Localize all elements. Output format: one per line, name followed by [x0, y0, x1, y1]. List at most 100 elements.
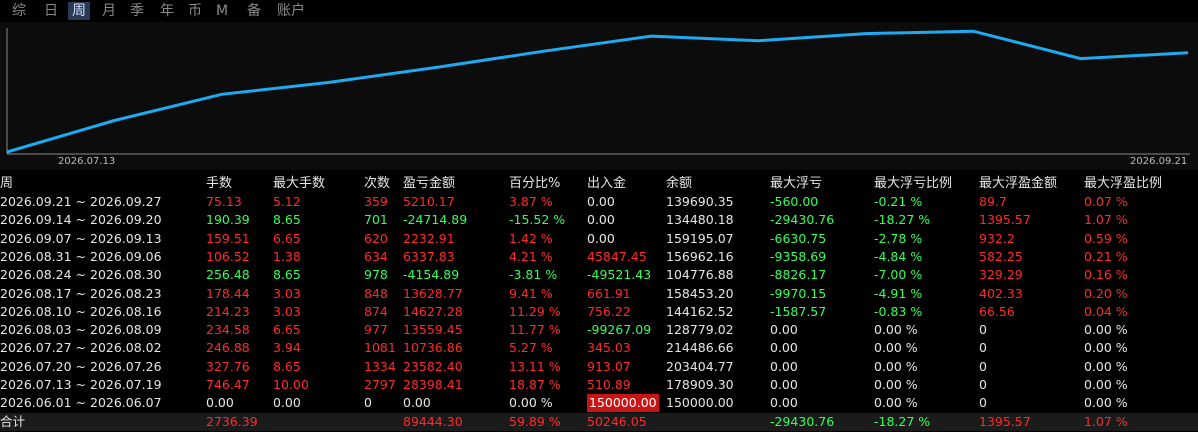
table-cell: 701 — [364, 212, 388, 228]
table-cell: 327.76 — [206, 358, 250, 374]
table-cell: 0.00 % — [874, 395, 918, 411]
tab-1[interactable]: 日 — [40, 2, 62, 20]
table-cell: 246.88 — [206, 340, 250, 356]
table-row[interactable]: 2026.07.27 ~ 2026.08.02 246.88 3.94 1081 107… — [0, 339, 1198, 357]
tab-7[interactable]: M — [214, 2, 230, 20]
table-row[interactable]: 2026.09.07 ~ 2026.09.13 159.51 6.65 620 2232… — [0, 230, 1198, 248]
table-cell: 582.25 — [979, 248, 1023, 264]
tab-6[interactable]: 币 — [184, 2, 206, 20]
table-cell: 159195.07 — [666, 230, 734, 246]
table-cell: 0.00 % — [1084, 340, 1128, 356]
tab-9[interactable]: 账户 — [272, 2, 310, 20]
table-row[interactable]: 2026.08.03 ~ 2026.08.09 234.58 6.65 977 1355… — [0, 321, 1198, 339]
total-cash: 50246.05 — [587, 414, 647, 429]
table-row[interactable]: 2026.09.21 ~ 2026.09.27 75.13 5.12 359 5210.… — [0, 193, 1198, 211]
table-row[interactable]: 2026.09.14 ~ 2026.09.20 190.39 8.65 701 -247… — [0, 211, 1198, 229]
table-cell: 0.00 — [770, 358, 798, 374]
table-cell: 6.65 — [273, 322, 301, 338]
column-header[interactable]: 最大浮亏 — [770, 175, 822, 193]
table-cell: -9358.69 — [770, 248, 827, 264]
table-cell: 13628.77 — [403, 285, 463, 301]
table-cell: 0.16 % — [1084, 267, 1128, 283]
table-cell: 0.59 % — [1084, 230, 1128, 246]
table-cell: 932.2 — [979, 230, 1015, 246]
column-header[interactable]: 最大浮亏比例 — [874, 175, 952, 193]
table-row[interactable]: 2026.07.20 ~ 2026.07.26 327.76 8.65 1334 235… — [0, 358, 1198, 376]
table-cell: 0.00 — [770, 340, 798, 356]
table-cell: 0.00 % — [509, 395, 553, 411]
table-cell: 23582.40 — [403, 358, 463, 374]
column-header[interactable]: 出入金 — [587, 175, 626, 193]
table-cell: 10736.86 — [403, 340, 463, 356]
tab-8[interactable]: 备 — [243, 2, 265, 20]
table-cell: 0.00 % — [874, 340, 918, 356]
table-cell: -3.81 % — [509, 267, 558, 283]
table-row[interactable]: 2026.07.13 ~ 2026.07.19 746.47 10.00 2797 28… — [0, 376, 1198, 394]
table-cell: 402.33 — [979, 285, 1023, 301]
table-cell: 75.13 — [206, 194, 242, 209]
table-row[interactable]: 2026.08.31 ~ 2026.09.06 106.52 1.38 634 6337… — [0, 248, 1198, 266]
tab-2[interactable]: 周 — [68, 2, 90, 20]
table-cell: 0.00 — [587, 194, 615, 209]
table-cell: 0.04 % — [1084, 303, 1128, 319]
table-cell: 8.65 — [273, 212, 301, 228]
total-row[interactable]: 合计 2736.39 89444.30 59.89 % 50246.05 -29… — [0, 413, 1198, 431]
total-max-float-loss-pct: -18.27 % — [874, 414, 931, 429]
table-cell: 104776.88 — [666, 267, 734, 283]
table-cell: -24714.89 — [403, 212, 468, 228]
table-cell: 2026.07.20 ~ 2026.07.26 — [0, 358, 162, 374]
table-cell: 0 — [364, 395, 372, 411]
table-cell: 0.07 % — [1084, 194, 1128, 209]
table-cell: 2026.07.13 ~ 2026.07.19 — [0, 377, 162, 392]
table-cell: 18.87 % — [509, 377, 561, 392]
tab-4[interactable]: 季 — [126, 2, 148, 20]
table-cell: 0.00 — [273, 395, 301, 411]
column-header[interactable]: 最大浮盈比例 — [1084, 175, 1162, 193]
table-cell: 874 — [364, 303, 388, 319]
table-cell: -7.00 % — [874, 267, 923, 283]
equity-line — [6, 29, 1189, 154]
table-row[interactable]: 2026.06.01 ~ 2026.06.07 0.00 0.00 0 0.00 0.00… — [0, 394, 1198, 413]
table-header: 周 手数 最大手数 次数 盈亏金额 百分比% 出入金 余额 最大浮亏 最大浮亏比例 最大浮盈金额 最大… — [0, 175, 1198, 193]
table-cell: 0.00 % — [1084, 377, 1128, 392]
column-header[interactable]: 百分比% — [509, 175, 560, 193]
table-cell: -0.21 % — [874, 194, 923, 209]
tab-5[interactable]: 年 — [156, 2, 178, 20]
table-row[interactable]: 2026.08.10 ~ 2026.08.16 214.23 3.03 874 1462… — [0, 303, 1198, 321]
table-cell: 977 — [364, 322, 388, 338]
table-cell: 158453.20 — [666, 285, 734, 301]
column-header[interactable]: 最大浮盈金额 — [979, 175, 1057, 193]
table-cell: 0 — [979, 340, 987, 356]
table-cell: 2026.09.07 ~ 2026.09.13 — [0, 230, 162, 246]
table-cell: 2026.06.01 ~ 2026.06.07 — [0, 395, 162, 411]
table-cell: 746.47 — [206, 377, 250, 392]
table-cell: 156962.16 — [666, 248, 734, 264]
table-row[interactable]: 2026.08.17 ~ 2026.08.23 178.44 3.03 848 1362… — [0, 285, 1198, 303]
column-header[interactable]: 手数 — [206, 175, 232, 193]
table-cell: 159.51 — [206, 230, 250, 246]
table-row[interactable]: 2026.08.24 ~ 2026.08.30 256.48 8.65 978 -415… — [0, 266, 1198, 284]
table-cell: -49521.43 — [587, 267, 652, 283]
total-pct: 59.89 % — [509, 414, 561, 429]
table-cell: 0.00 % — [874, 377, 918, 392]
table-cell: -29430.76 — [770, 212, 835, 228]
table-cell: 3.03 — [273, 303, 301, 319]
table-cell: 0.00 % — [874, 358, 918, 374]
column-header[interactable]: 周 — [0, 175, 13, 193]
table-cell: 28398.41 — [403, 377, 463, 392]
column-header[interactable]: 余额 — [666, 175, 692, 193]
table-cell: 5.12 — [273, 194, 301, 209]
table-cell: 0 — [979, 395, 987, 411]
table-cell: 1.42 % — [509, 230, 553, 246]
column-header[interactable]: 最大手数 — [273, 175, 325, 193]
column-header[interactable]: 盈亏金额 — [403, 175, 455, 193]
table-cell: 1.38 — [273, 248, 301, 264]
table-cell: 661.91 — [587, 285, 631, 301]
tab-0[interactable]: 综 — [8, 2, 30, 20]
table-cell: 0.00 % — [1084, 322, 1128, 338]
table-cell: 756.22 — [587, 303, 631, 319]
table-cell: 0.00 — [587, 230, 615, 246]
column-header[interactable]: 次数 — [364, 175, 390, 193]
total-max-float-loss: -29430.76 — [770, 414, 835, 429]
tab-3[interactable]: 月 — [98, 2, 120, 20]
